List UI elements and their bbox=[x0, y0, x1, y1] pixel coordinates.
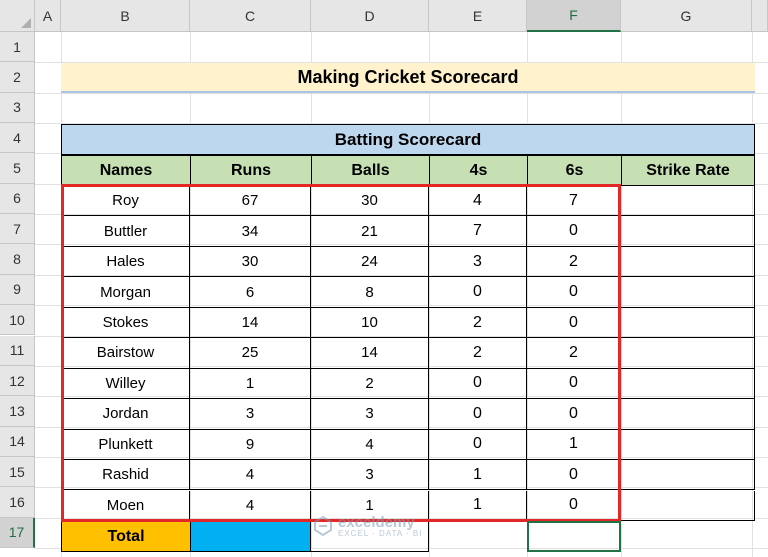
cell-strike-rate[interactable] bbox=[621, 277, 755, 308]
header-names[interactable]: Names bbox=[61, 155, 191, 186]
cell-strike-rate[interactable] bbox=[621, 186, 755, 217]
row-header-16[interactable]: 16 bbox=[0, 487, 35, 518]
row-header-11[interactable]: 11 bbox=[0, 335, 35, 366]
cell-strike-rate[interactable] bbox=[621, 429, 755, 461]
total-label[interactable]: Total bbox=[61, 521, 191, 552]
header-fours[interactable]: 4s bbox=[429, 155, 528, 186]
row-header-6[interactable]: 6 bbox=[0, 183, 35, 215]
cell-strike-rate[interactable] bbox=[621, 490, 755, 521]
column-header-a[interactable]: A bbox=[35, 0, 61, 32]
total-runs-cell[interactable] bbox=[190, 521, 311, 552]
row-header-12[interactable]: 12 bbox=[0, 365, 35, 397]
cell-strike-rate[interactable] bbox=[621, 338, 755, 369]
cell-strike-rate[interactable] bbox=[621, 216, 755, 247]
highlight-box bbox=[61, 184, 621, 522]
row-header-10[interactable]: 10 bbox=[0, 305, 35, 336]
column-header-c[interactable]: C bbox=[190, 0, 311, 32]
row-header-17[interactable]: 17 bbox=[0, 517, 35, 548]
sheet-title[interactable]: Making Cricket Scorecard bbox=[61, 63, 755, 93]
selected-cell-f17[interactable] bbox=[527, 521, 621, 552]
row-header-13[interactable]: 13 bbox=[0, 396, 35, 427]
row-header-7[interactable]: 7 bbox=[0, 214, 35, 245]
watermark-tagline: EXCEL · DATA · BI bbox=[338, 528, 423, 538]
row-header-9[interactable]: 9 bbox=[0, 274, 35, 306]
exceldemy-logo-icon bbox=[314, 515, 332, 537]
cell-strike-rate[interactable] bbox=[621, 307, 755, 339]
watermark-brand: exceldemy bbox=[338, 513, 415, 531]
row-header-3[interactable]: 3 bbox=[0, 92, 35, 124]
exceldemy-watermark: exceldemy EXCEL · DATA · BI bbox=[312, 510, 472, 542]
row-header-4[interactable]: 4 bbox=[0, 123, 35, 154]
cell-strike-rate[interactable] bbox=[621, 246, 755, 278]
column-header-f[interactable]: F bbox=[527, 0, 621, 32]
cell-strike-rate[interactable] bbox=[621, 399, 755, 430]
row-header-14[interactable]: 14 bbox=[0, 426, 35, 457]
column-header-b[interactable]: B bbox=[61, 0, 190, 32]
row-header-8[interactable]: 8 bbox=[0, 244, 35, 275]
header-sixes[interactable]: 6s bbox=[527, 155, 622, 186]
row-header-2[interactable]: 2 bbox=[0, 62, 35, 93]
row-header-1[interactable]: 1 bbox=[0, 32, 35, 63]
column-header-e[interactable]: E bbox=[429, 0, 527, 32]
row-header-15[interactable]: 15 bbox=[0, 456, 35, 488]
header-balls[interactable]: Balls bbox=[311, 155, 430, 186]
header-runs[interactable]: Runs bbox=[190, 155, 312, 186]
cell-strike-rate[interactable] bbox=[621, 368, 755, 400]
header-strike-rate[interactable]: Strike Rate bbox=[621, 155, 755, 186]
cell-strike-rate[interactable] bbox=[621, 460, 755, 491]
column-header-overflow bbox=[752, 0, 768, 32]
column-header-d[interactable]: D bbox=[311, 0, 429, 32]
column-header-g[interactable]: G bbox=[621, 0, 752, 32]
select-all-corner[interactable] bbox=[0, 0, 35, 32]
batting-scorecard-title[interactable]: Batting Scorecard bbox=[61, 124, 755, 155]
row-header-5[interactable]: 5 bbox=[0, 153, 35, 184]
